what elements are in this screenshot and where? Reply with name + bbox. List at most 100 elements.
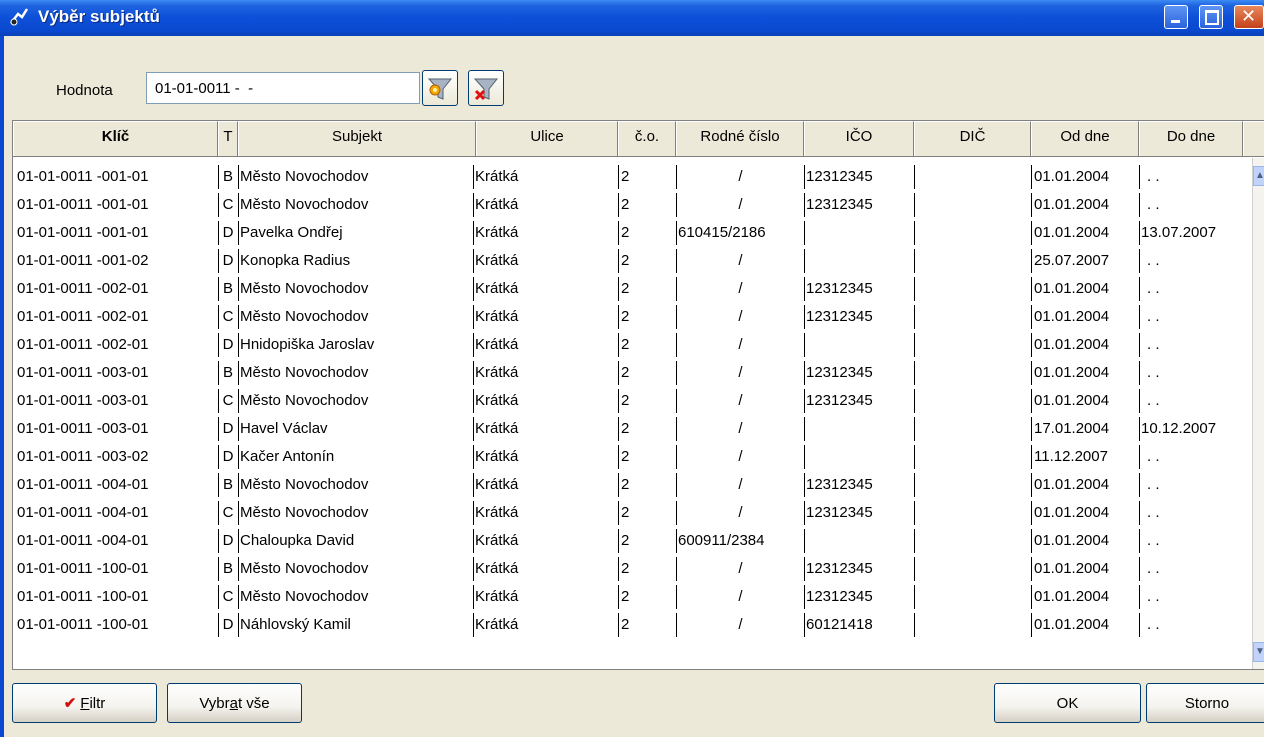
scroll-down-button[interactable]: ▼ xyxy=(1253,642,1264,662)
cell-subject: Náhlovský Kamil xyxy=(240,616,351,633)
col-header-type[interactable]: T xyxy=(218,121,238,156)
cell-street: Krátká xyxy=(475,504,519,521)
column-separator xyxy=(914,557,915,581)
column-separator xyxy=(618,613,619,637)
column-separator xyxy=(914,193,915,217)
cell-type: C xyxy=(222,308,234,325)
cell-from-date: 01.01.2004 xyxy=(1034,504,1110,521)
column-separator xyxy=(618,417,619,441)
cell-from-date: 01.01.2004 xyxy=(1034,224,1110,241)
table-row[interactable]: 01-01-0011 -001-01 B Město Novochodov Krátk… xyxy=(13,161,1248,189)
select-all-button[interactable]: Vybrat vše xyxy=(167,683,302,723)
column-separator xyxy=(218,529,219,553)
cell-key: 01-01-0011 -002-01 xyxy=(17,336,149,353)
column-separator xyxy=(473,585,474,609)
subjects-table[interactable]: Klíč T Subjekt Ulice č.o. Rodné číslo IČ… xyxy=(12,120,1264,670)
close-button[interactable]: ✕ xyxy=(1234,5,1264,29)
filter-value-input[interactable] xyxy=(146,72,420,104)
table-row[interactable]: 01-01-0011 -001-01 C Město Novochodov Krátk… xyxy=(13,189,1248,217)
cell-subject: Město Novochodov xyxy=(240,504,369,521)
cell-from-date: 01.01.2004 xyxy=(1034,280,1110,297)
clear-filter-button[interactable] xyxy=(468,70,504,106)
cell-subject: Hnidopiška Jaroslav xyxy=(240,336,375,353)
column-separator xyxy=(1031,529,1032,553)
title-bar[interactable]: Výběr subjektů ✕ xyxy=(0,0,1264,36)
col-header-from-date[interactable]: Od dne xyxy=(1031,121,1139,156)
col-header-birth-number[interactable]: Rodné číslo xyxy=(676,121,804,156)
cell-to-date: . . xyxy=(1147,280,1160,297)
column-separator xyxy=(238,613,239,637)
column-separator xyxy=(618,361,619,385)
table-row[interactable]: 01-01-0011 -100-01 D Náhlovský Kamil Krátká… xyxy=(13,609,1248,637)
cell-type: C xyxy=(222,392,234,409)
column-separator xyxy=(218,445,219,469)
apply-filter-button[interactable] xyxy=(422,70,458,106)
maximize-button[interactable] xyxy=(1199,5,1223,29)
table-row[interactable]: 01-01-0011 -002-01 C Město Novochodov Krátk… xyxy=(13,301,1248,329)
column-separator xyxy=(676,417,677,441)
table-row[interactable]: 01-01-0011 -100-01 B Město Novochodov Krátk… xyxy=(13,553,1248,581)
table-row[interactable]: 01-01-0011 -003-01 D Havel Václav Krátká 2 / 1… xyxy=(13,413,1248,441)
scroll-up-button[interactable]: ▲ xyxy=(1253,166,1264,186)
cell-type: C xyxy=(222,196,234,213)
cell-ico xyxy=(806,417,914,441)
col-header-dic[interactable]: DIČ xyxy=(914,121,1031,156)
table-row[interactable]: 01-01-0011 -002-01 D Hnidopiška Jaroslav Kr… xyxy=(13,329,1248,357)
cell-house-number: 2 xyxy=(621,532,630,549)
table-row[interactable]: 01-01-0011 -004-01 D Chaloupka David Krátká… xyxy=(13,525,1248,553)
ok-button[interactable]: OK xyxy=(994,683,1141,723)
column-separator xyxy=(1139,193,1140,217)
table-row[interactable]: 01-01-0011 -003-01 B Město Novochodov Krátk… xyxy=(13,357,1248,385)
filter-button[interactable]: ✔ Filtr xyxy=(12,683,157,723)
col-header-ico[interactable]: IČO xyxy=(804,121,914,156)
table-row[interactable]: 01-01-0011 -004-01 B Město Novochodov Krátk… xyxy=(13,469,1248,497)
cell-street: Krátká xyxy=(475,280,519,297)
column-separator xyxy=(676,305,677,329)
cell-subject: Konopka Radius xyxy=(240,252,351,269)
column-separator xyxy=(1031,333,1032,357)
filter-label: Hodnota xyxy=(56,82,113,99)
minimize-button[interactable] xyxy=(1164,5,1188,29)
col-header-key[interactable]: Klíč xyxy=(13,121,218,156)
cell-street: Krátká xyxy=(475,588,519,605)
table-row[interactable]: 01-01-0011 -002-01 B Město Novochodov Krátk… xyxy=(13,273,1248,301)
table-row[interactable]: 01-01-0011 -003-01 C Město Novochodov Krátk… xyxy=(13,385,1248,413)
chevron-up-icon: ▲ xyxy=(1255,170,1264,181)
cell-from-date: 01.01.2004 xyxy=(1034,616,1110,633)
select-all-label-post: t vše xyxy=(237,695,270,712)
cell-house-number: 2 xyxy=(621,392,630,409)
table-row[interactable]: 01-01-0011 -003-02 D Kačer Antonín Krátká 2 /… xyxy=(13,441,1248,469)
cell-to-date: . . xyxy=(1147,196,1160,213)
column-separator xyxy=(473,165,474,189)
column-separator xyxy=(1139,333,1140,357)
col-header-house-number[interactable]: č.o. xyxy=(618,121,676,156)
column-separator xyxy=(804,613,805,637)
cancel-button[interactable]: Storno xyxy=(1146,683,1264,723)
column-separator xyxy=(218,249,219,273)
table-row[interactable]: 01-01-0011 -001-02 D Konopka Radius Krátká 2… xyxy=(13,245,1248,273)
column-separator xyxy=(618,529,619,553)
column-separator xyxy=(618,305,619,329)
cell-birth-number: 610415/2186 xyxy=(678,224,766,241)
cell-dic xyxy=(917,529,1031,553)
column-separator xyxy=(804,529,805,553)
column-separator xyxy=(1139,557,1140,581)
cell-to-date: . . xyxy=(1147,336,1160,353)
cell-birth-number: / xyxy=(738,560,743,577)
select-all-label-accel: a xyxy=(229,695,238,712)
column-separator xyxy=(1031,389,1032,413)
cell-key: 01-01-0011 -001-01 xyxy=(17,224,149,241)
column-separator xyxy=(618,193,619,217)
table-row[interactable]: 01-01-0011 -004-01 C Město Novochodov Krátk… xyxy=(13,497,1248,525)
vertical-scrollbar[interactable]: ▲ ▼ xyxy=(1252,158,1264,669)
column-separator xyxy=(238,585,239,609)
col-header-to-date[interactable]: Do dne xyxy=(1139,121,1243,156)
col-header-street[interactable]: Ulice xyxy=(476,121,618,156)
column-separator xyxy=(473,249,474,273)
table-row[interactable]: 01-01-0011 -001-01 D Pavelka Ondřej Krátká 2… xyxy=(13,217,1248,245)
col-header-subject[interactable]: Subjekt xyxy=(238,121,476,156)
column-separator xyxy=(218,473,219,497)
cell-subject: Město Novochodov xyxy=(240,196,369,213)
column-separator xyxy=(218,221,219,245)
table-row[interactable]: 01-01-0011 -100-01 C Město Novochodov Krátk… xyxy=(13,581,1248,609)
